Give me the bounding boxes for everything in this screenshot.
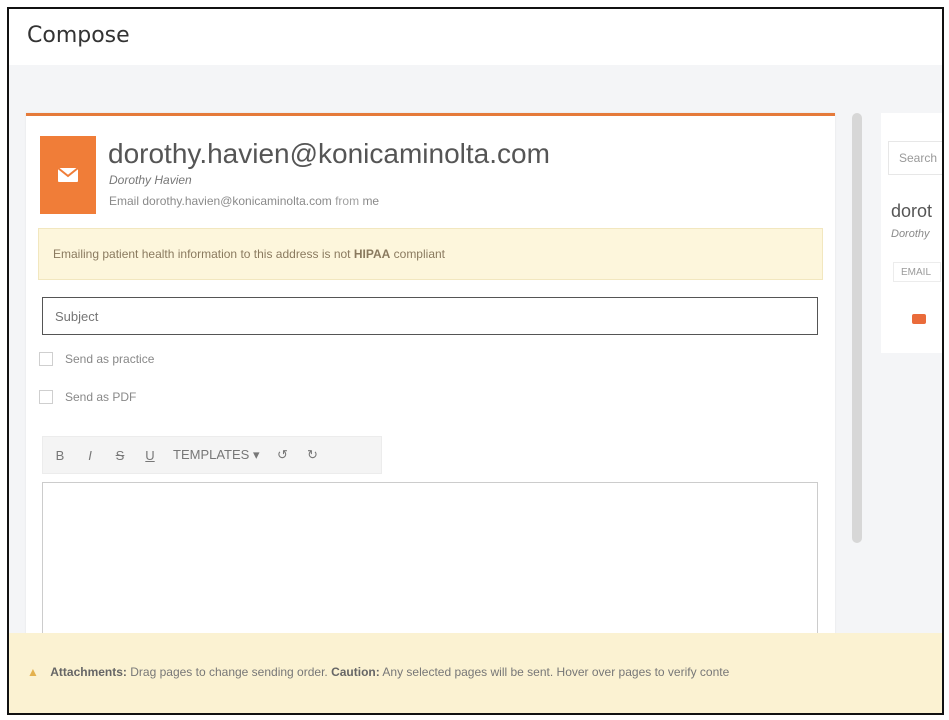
send-as-practice-row[interactable]: Send as practice xyxy=(39,352,154,366)
attachments-text-2: Any selected pages will be sent. Hover o… xyxy=(382,665,730,679)
meta-from: from xyxy=(335,194,360,208)
compose-window: Compose dorothy.havien@konicaminolta.com… xyxy=(7,7,944,715)
templates-dropdown[interactable]: TEMPLATES ▾ xyxy=(173,447,259,463)
vertical-scrollbar[interactable] xyxy=(852,113,862,543)
attachments-banner: ▲ Attachments: Drag pages to change send… xyxy=(9,633,942,713)
subject-input[interactable] xyxy=(42,297,818,335)
side-contact-name: dorot xyxy=(891,201,933,221)
recipient-name: Dorothy Havien xyxy=(109,173,192,187)
side-mail-icon[interactable] xyxy=(912,314,926,324)
send-as-pdf-label: Send as PDF xyxy=(65,390,137,404)
side-search-input[interactable]: Search xyxy=(888,141,942,175)
italic-button[interactable]: I xyxy=(83,448,97,463)
send-as-practice-checkbox[interactable] xyxy=(39,352,53,366)
top-bar: Compose xyxy=(9,9,942,65)
send-as-pdf-row[interactable]: Send as PDF xyxy=(39,390,136,404)
attachments-message: ▲ Attachments: Drag pages to change send… xyxy=(27,665,729,679)
hipaa-warning: Emailing patient health information to t… xyxy=(38,228,823,280)
warning-prefix: Emailing patient health information to t… xyxy=(53,247,351,261)
page-title: Compose xyxy=(27,23,130,48)
envelope-icon xyxy=(40,136,96,214)
side-email-badge: EMAIL xyxy=(893,262,941,282)
redo-icon[interactable]: ↻ xyxy=(305,447,319,463)
recipient-email: dorothy.havien@konicaminolta.com xyxy=(108,138,550,169)
recipient-meta: Email dorothy.havien@konicaminolta.com f… xyxy=(109,194,379,208)
editor-toolbar: B I S U TEMPLATES ▾ ↺ ↻ xyxy=(42,436,382,474)
warning-suffix: compliant xyxy=(393,247,445,261)
send-as-pdf-checkbox[interactable] xyxy=(39,390,53,404)
compose-card: dorothy.havien@konicaminolta.com Dorothy… xyxy=(26,113,835,676)
warning-bold: HIPAA xyxy=(353,247,391,261)
meta-prefix: Email xyxy=(109,194,140,208)
meta-me: me xyxy=(362,194,380,208)
caution-label: Caution: xyxy=(331,665,380,679)
send-as-practice-label: Send as practice xyxy=(65,352,155,366)
side-panel: Search dorot Dorothy EMAIL xyxy=(881,113,942,353)
strike-button[interactable]: S xyxy=(113,448,127,463)
meta-email: dorothy.havien@konicaminolta.com xyxy=(142,194,332,208)
side-contact-subtitle: Dorothy xyxy=(891,228,930,240)
bold-button[interactable]: B xyxy=(53,448,67,463)
attachments-text-1: Drag pages to change sending order. xyxy=(130,665,328,679)
underline-button[interactable]: U xyxy=(143,448,157,463)
undo-icon[interactable]: ↺ xyxy=(275,447,289,463)
warning-icon: ▲ xyxy=(27,665,39,679)
attachments-label: Attachments: xyxy=(50,665,127,679)
